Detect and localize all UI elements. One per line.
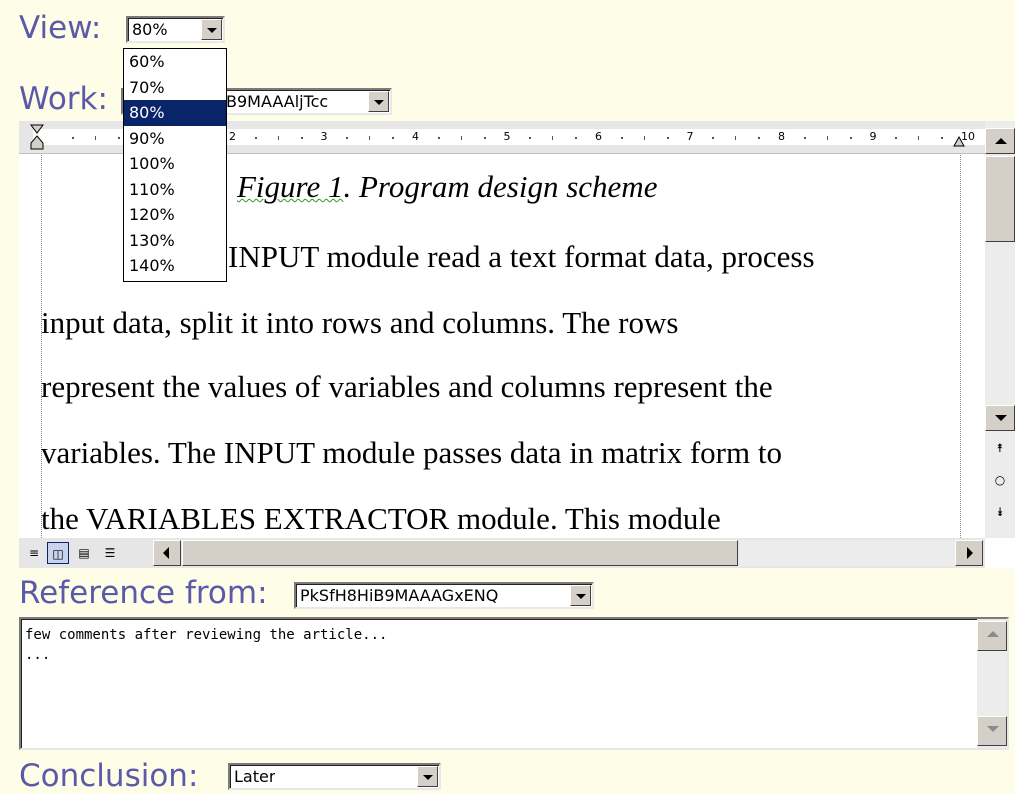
paragraph-line-4: variables. The INPUT module passes data … xyxy=(41,435,782,470)
ruler-dot xyxy=(620,137,623,139)
ruler-tick xyxy=(94,136,96,140)
reference-select-value: PkSfH8HiB9MAAAGxENQ xyxy=(300,586,499,605)
ruler-number: 2 xyxy=(229,130,236,143)
ruler-dot xyxy=(437,137,440,139)
reference-label: Reference from: xyxy=(19,575,268,611)
ruler-dot xyxy=(803,137,806,139)
print-layout-view-icon[interactable]: ▤ xyxy=(73,542,95,564)
caption-figure-text: Figure 1 xyxy=(237,169,344,204)
scroll-down-button[interactable] xyxy=(985,405,1015,431)
ruler-dot xyxy=(483,137,486,139)
ruler-dot xyxy=(712,137,715,139)
ruler-number: 3 xyxy=(320,130,328,143)
next-page-icon[interactable]: ⯯ xyxy=(985,505,1015,520)
caption-rest-text: . Program design scheme xyxy=(343,169,658,204)
ruler-tick xyxy=(552,136,554,140)
comment-scroll-up-button[interactable] xyxy=(977,621,1007,651)
ruler-number: 5 xyxy=(503,130,511,143)
browse-object-icon[interactable]: ○ xyxy=(985,473,1015,487)
horizontal-scroll-track[interactable] xyxy=(739,540,955,566)
normal-view-icon[interactable]: ≡ xyxy=(23,542,45,564)
arrow-up-icon xyxy=(987,631,999,637)
zoom-select-value: 80% xyxy=(132,20,168,39)
ruler-dot xyxy=(666,137,669,139)
vertical-scrollbar[interactable]: ⯭ ○ ⯯ xyxy=(985,121,1015,538)
ruler-dot xyxy=(941,137,944,139)
work-label: Work: xyxy=(19,81,108,117)
scroll-up-button[interactable] xyxy=(985,128,1015,154)
arrow-down-icon xyxy=(987,726,999,732)
zoom-option[interactable]: 110% xyxy=(124,177,226,203)
conclusion-select-value: Later xyxy=(234,767,276,786)
figure-caption: Figure 1. Program design scheme xyxy=(237,169,657,205)
zoom-dropdown-list[interactable]: 60% 70% 80% 90% 100% 110% 120% 130% 140% xyxy=(123,48,227,282)
work-select-value: B9MAAAljTcc xyxy=(226,92,329,111)
ruler-dot xyxy=(392,137,395,139)
ruler-dot xyxy=(346,137,349,139)
chevron-down-icon[interactable] xyxy=(201,19,222,40)
right-margin-line xyxy=(960,155,961,538)
ruler-number: 8 xyxy=(778,130,785,143)
previous-page-icon[interactable]: ⯭ xyxy=(985,441,1015,456)
arrow-left-icon xyxy=(163,547,169,559)
scroll-left-button[interactable] xyxy=(153,540,181,566)
paragraph-line-3: represent the values of variables and co… xyxy=(41,369,773,404)
paragraph-line-1: INPUT module read a text format data, pr… xyxy=(228,239,815,274)
ruler-tick xyxy=(735,136,737,140)
ruler-dot xyxy=(895,137,898,139)
arrow-up-icon xyxy=(995,138,1007,144)
comment-textarea[interactable]: few comments after reviewing the article… xyxy=(19,617,1009,750)
ruler-number: 4 xyxy=(412,130,419,143)
outline-view-icon[interactable]: ☰ xyxy=(99,542,121,564)
comment-scroll-down-button[interactable] xyxy=(977,716,1007,746)
zoom-option[interactable]: 90% xyxy=(124,126,226,152)
ruler-dot xyxy=(575,137,578,139)
paragraph-line-5: the VARIABLES EXTRACTOR module. This mod… xyxy=(41,501,721,536)
zoom-option[interactable]: 70% xyxy=(124,75,226,101)
ruler-number: 6 xyxy=(595,130,602,143)
chevron-down-icon[interactable] xyxy=(368,91,389,112)
ruler-number: 7 xyxy=(686,130,694,143)
arrow-right-icon xyxy=(967,547,973,559)
right-indent-marker-icon[interactable] xyxy=(953,135,965,147)
ruler-tick xyxy=(460,136,462,140)
view-bar: ≡ ◫ ▤ ☰ xyxy=(19,538,985,568)
comment-text[interactable]: few comments after reviewing the article… xyxy=(25,625,387,665)
zoom-select[interactable]: 80% xyxy=(126,16,225,43)
ruler-number: 9 xyxy=(869,130,877,143)
view-label: View: xyxy=(19,10,102,46)
zoom-option[interactable]: 140% xyxy=(124,253,226,279)
ruler-dot xyxy=(849,137,852,139)
paragraph-line-2: input data, split it into rows and colum… xyxy=(41,305,679,340)
chevron-down-icon[interactable] xyxy=(570,585,591,606)
ruler-dot xyxy=(71,137,74,139)
scroll-thumb[interactable] xyxy=(985,156,1015,242)
ruler-tick xyxy=(277,136,279,140)
scroll-right-button[interactable] xyxy=(955,540,983,566)
chevron-down-icon[interactable] xyxy=(417,766,438,787)
horizontal-scroll-thumb[interactable] xyxy=(182,540,738,566)
comment-scrollbar[interactable] xyxy=(977,619,1007,748)
ruler-tick xyxy=(826,136,828,140)
ruler-tick xyxy=(369,136,371,140)
web-layout-view-icon[interactable]: ◫ xyxy=(47,542,69,564)
zoom-option[interactable]: 120% xyxy=(124,202,226,228)
ruler-tick xyxy=(643,136,645,140)
conclusion-label: Conclusion: xyxy=(19,758,199,794)
zoom-option[interactable]: 80% xyxy=(124,100,226,126)
ruler-tick xyxy=(918,136,920,140)
ruler-dot xyxy=(529,137,532,139)
ruler-dot xyxy=(117,137,120,139)
ruler-dot xyxy=(758,137,761,139)
indent-marker-icon[interactable] xyxy=(29,123,45,153)
ruler-dot xyxy=(300,137,303,139)
reference-select[interactable]: PkSfH8HiB9MAAAGxENQ xyxy=(294,582,594,609)
conclusion-select[interactable]: Later xyxy=(228,763,441,790)
zoom-option[interactable]: 60% xyxy=(124,49,226,75)
left-margin-line xyxy=(41,155,42,538)
arrow-down-icon xyxy=(995,415,1007,421)
ruler-dot xyxy=(254,137,257,139)
zoom-option[interactable]: 130% xyxy=(124,228,226,254)
zoom-option[interactable]: 100% xyxy=(124,151,226,177)
